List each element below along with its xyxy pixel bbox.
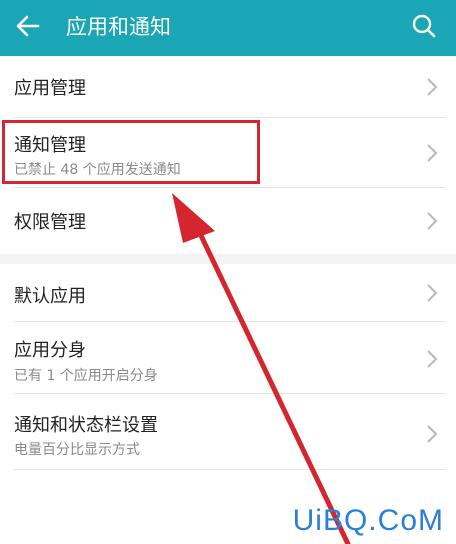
list-item-label: 应用分身 — [14, 340, 86, 361]
list-item-subtitle: 已有 1 个应用开启分身 — [14, 368, 158, 384]
list-item-label: 应用管理 — [14, 78, 86, 99]
chevron-right-icon — [427, 284, 438, 302]
arrow-left-icon — [16, 15, 40, 37]
list-item-subtitle: 电量百分比显示方式 — [14, 442, 140, 458]
divider — [14, 469, 446, 470]
list-item-label: 通知和状态栏设置 — [14, 415, 158, 436]
page-title: 应用和通知 — [66, 15, 171, 39]
chevron-right-icon — [427, 425, 438, 443]
search-button[interactable] — [404, 6, 444, 46]
list-item-notification-status-bar-settings[interactable]: 通知和状态栏设置 电量百分比显示方式 — [0, 394, 456, 470]
chevron-right-icon — [427, 212, 438, 230]
chevron-right-icon — [427, 350, 438, 368]
list-item-label: 默认应用 — [14, 286, 86, 307]
chevron-right-icon — [427, 78, 438, 96]
app-bar: 应用和通知 — [0, 0, 456, 56]
list-item-label: 权限管理 — [14, 212, 86, 233]
search-icon — [412, 14, 436, 38]
list-item-default-apps[interactable]: 默认应用 — [0, 264, 456, 322]
watermark: UiBQ.CoM — [292, 504, 444, 537]
list-item-app-management[interactable]: 应用管理 — [0, 56, 456, 118]
settings-group-2: 默认应用 应用分身 已有 1 个应用开启分身 通知和状态栏设置 电量百分比显示方… — [0, 264, 456, 544]
list-item-app-twin[interactable]: 应用分身 已有 1 个应用开启分身 — [0, 322, 456, 394]
chevron-right-icon — [427, 144, 438, 162]
list-item-permission-management[interactable]: 权限管理 — [0, 188, 456, 254]
back-button[interactable] — [8, 6, 48, 46]
highlight-box — [2, 120, 260, 184]
